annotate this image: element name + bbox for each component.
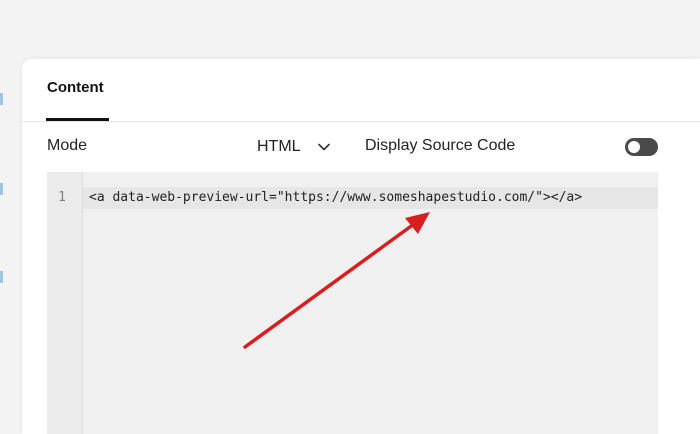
annotation-arrow: [243, 212, 430, 349]
